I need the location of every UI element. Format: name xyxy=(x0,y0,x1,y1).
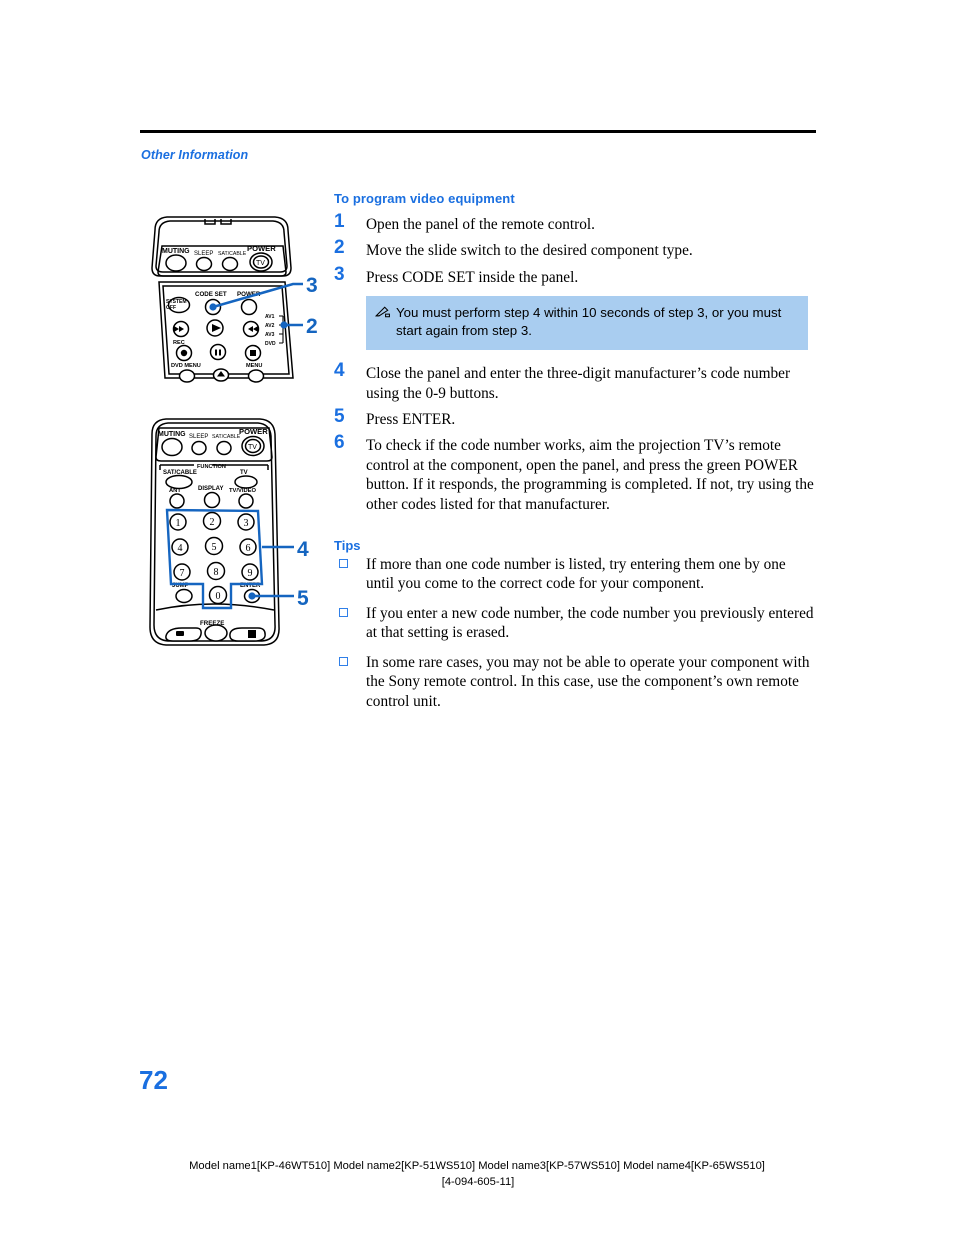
label-fn-sat-cable: SAT/CABLE xyxy=(163,470,197,476)
step-text-1: Open the panel of the remote control. xyxy=(366,216,595,233)
step-number-5: 5 xyxy=(334,406,345,428)
square-bullet-icon xyxy=(339,607,348,617)
step-text-4: Close the panel and enter the three-digi… xyxy=(366,365,791,402)
label-sat-cable-2: SAT/CABLE xyxy=(212,434,241,440)
label-av1: AV1 xyxy=(265,314,275,320)
tip-item: In some rare cases, you may not be able … xyxy=(334,653,816,711)
square-bullet-icon xyxy=(339,559,348,569)
label-ant: ANT xyxy=(169,488,181,494)
label-function: FUNCTION xyxy=(197,464,226,470)
callout-3-label: 3 xyxy=(306,274,318,297)
callout-5-label: 5 xyxy=(297,587,309,610)
label-fn-tv: TV xyxy=(240,470,248,476)
label-sleep-2: SLEEP xyxy=(189,434,208,440)
step-text-3: Press CODE SET inside the panel. xyxy=(366,268,579,286)
label-power-2: POWER xyxy=(239,427,268,436)
label-display: DISPLAY xyxy=(198,486,223,492)
step-number-1: 1 xyxy=(334,211,345,232)
running-head: Other Information xyxy=(141,148,249,162)
label-muting: MUTING xyxy=(162,248,190,255)
step-text-6: To check if the code number works, aim t… xyxy=(366,437,814,513)
key-5: 5 xyxy=(212,542,217,553)
label-tv: TV xyxy=(256,260,265,267)
key-6: 6 xyxy=(246,543,251,554)
step-item-3: 3 Press CODE SET inside the panel. xyxy=(334,263,816,287)
square-bullet-icon xyxy=(339,656,348,666)
step-number-3: 3 xyxy=(334,263,345,285)
page-number: 72 xyxy=(139,1065,168,1095)
header-rule xyxy=(140,130,816,133)
label-av2: AV2 xyxy=(265,323,275,329)
label-tv-2: TV xyxy=(248,444,257,451)
label-power: POWER xyxy=(247,244,276,253)
key-7: 7 xyxy=(180,568,185,579)
callout-2-target xyxy=(280,321,288,329)
note-text: You must perform step 4 within 10 second… xyxy=(396,305,782,339)
pencil-note-icon xyxy=(375,306,390,318)
label-sleep: SLEEP xyxy=(194,251,213,257)
key-0: 0 xyxy=(216,591,221,602)
label-code-set: CODE SET xyxy=(195,291,227,298)
tip-item: If you enter a new code number, the code… xyxy=(334,604,816,643)
footer-model-names: Model name1[KP-46WT510] Model name2[KP-5… xyxy=(189,1160,765,1172)
tip-text: In some rare cases, you may not be able … xyxy=(366,653,810,710)
step-item-1: 1 Open the panel of the remote control. xyxy=(334,211,816,234)
key-9: 9 xyxy=(248,568,253,579)
step-number-4: 4 xyxy=(334,360,345,382)
label-rec: REC xyxy=(173,340,185,346)
step-number-2: 2 xyxy=(334,237,345,259)
key-2: 2 xyxy=(210,517,215,528)
step-number-6: 6 xyxy=(334,432,345,454)
tip-text: If more than one code number is listed, … xyxy=(366,556,786,593)
tip-item: If more than one code number is listed, … xyxy=(334,555,816,594)
section-heading: To program video equipment xyxy=(334,191,515,206)
callout-2-label: 2 xyxy=(306,315,318,338)
label-tv-video: TV/VIDEO xyxy=(229,488,257,494)
remote-control-panel-closed-illustration: MUTING SLEEP SAT/CABLE POWER TV FUNCTION… xyxy=(149,418,309,646)
label-menu: MENU xyxy=(246,363,262,369)
label-muting-2: MUTING xyxy=(158,431,186,438)
label-dvd-menu: DVD MENU xyxy=(171,363,201,369)
key-4: 4 xyxy=(178,543,183,554)
label-system-off-2: OFF xyxy=(166,305,176,311)
step-text-5: Press ENTER. xyxy=(366,411,456,429)
label-dvd: DVD xyxy=(265,341,276,347)
tips-section: Tips If more than one code number is lis… xyxy=(334,538,816,711)
step-item-4: 4 Close the panel and enter the three-di… xyxy=(334,360,816,403)
callout-4-label: 4 xyxy=(297,538,309,561)
tip-text: If you enter a new code number, the code… xyxy=(366,604,814,642)
remote-control-panel-open-illustration: MUTING SLEEP SAT/CABLE POWER TV SYSTEM O… xyxy=(151,216,318,383)
footer: Model name1[KP-46WT510] Model name2[KP-5… xyxy=(0,1158,954,1190)
label-av3: AV3 xyxy=(265,332,275,338)
label-sat-cable: SAT/CABLE xyxy=(218,251,247,257)
steps-list: 1 Open the panel of the remote control. … xyxy=(334,211,816,514)
key-1: 1 xyxy=(176,518,181,529)
key-3: 3 xyxy=(244,518,249,529)
callout-5-target xyxy=(248,592,256,600)
footer-document-code: [4-094-605-11] xyxy=(441,1176,515,1188)
note-box: You must perform step 4 within 10 second… xyxy=(366,296,808,351)
step-text-2: Move the slide switch to the desired com… xyxy=(366,242,693,260)
main-content: To program video equipment 1 Open the pa… xyxy=(334,191,816,721)
tips-heading: Tips xyxy=(334,538,361,554)
step-item-5: 5 Press ENTER. xyxy=(334,406,816,429)
step-item-6: 6 To check if the code number works, aim… xyxy=(334,432,816,514)
step-item-2: 2 Move the slide switch to the desired c… xyxy=(334,237,816,260)
callout-3-target xyxy=(209,303,217,311)
key-8: 8 xyxy=(214,567,219,578)
